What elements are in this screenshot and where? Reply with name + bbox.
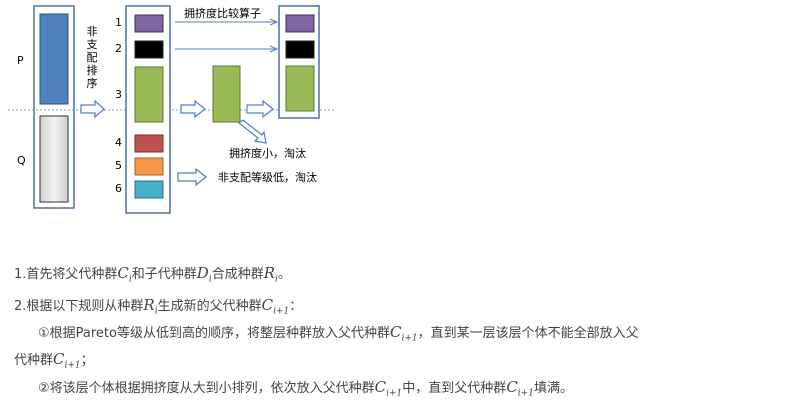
rank-3-label: 3	[115, 88, 122, 101]
text-line-3: ①根据Pareto等级从低到高的顺序，将整层种群放入父代种群Ci+1，直到某一层…	[38, 323, 639, 344]
label-q: Q	[17, 154, 26, 167]
rank-1-label: 1	[115, 16, 122, 29]
rank-4-label: 4	[115, 136, 122, 149]
rank-5-label: 5	[115, 159, 122, 172]
text-line-1: 1.首先将父代种群Ci和子代种群Di合成种群Ri。	[14, 264, 291, 285]
new-front-2	[285, 40, 315, 59]
sort-label: 非支配排序	[86, 26, 98, 91]
new-front-1	[285, 14, 315, 33]
discard-arrow	[238, 119, 267, 144]
front-6	[134, 180, 164, 199]
low-rank-arrow	[177, 167, 207, 187]
rank-6-label: 6	[115, 182, 122, 195]
front-5	[134, 157, 164, 176]
sort-label-char: 序	[86, 77, 98, 90]
select-arrow	[246, 99, 274, 119]
front-3	[134, 66, 164, 123]
crowding-arrow	[180, 99, 206, 119]
small-crowding-label: 拥挤度小，淘汰	[229, 147, 306, 160]
label-p: P	[17, 54, 24, 67]
sort-arrow	[80, 99, 105, 119]
nsga2-figure: P Q 非支配排序 1 2 3 4 5 6 拥挤度比较算子 拥挤度小，淘汰 非支…	[0, 0, 787, 406]
offspring-population-q	[39, 115, 69, 203]
parent-population-p	[39, 13, 69, 105]
text-line-5: ②将该层个体根据拥挤度从大到小排列，依次放入父代种群Ci+1中，直到父代种群Ci…	[38, 378, 573, 399]
front-4	[134, 134, 164, 153]
text-line-4: 代种群Ci+1；	[14, 350, 94, 371]
low-rank-label: 非支配等级低，淘汰	[218, 171, 317, 184]
text-line-2: 2.根据以下规则从种群Ri生成新的父代种群Ci+1：	[14, 296, 303, 317]
front-1	[134, 14, 164, 33]
front-2	[134, 40, 164, 59]
crowding-operator-label: 拥挤度比较算子	[184, 7, 261, 20]
front-3-split	[212, 65, 241, 123]
new-front-3	[285, 65, 315, 112]
rank-2-label: 2	[115, 42, 122, 55]
